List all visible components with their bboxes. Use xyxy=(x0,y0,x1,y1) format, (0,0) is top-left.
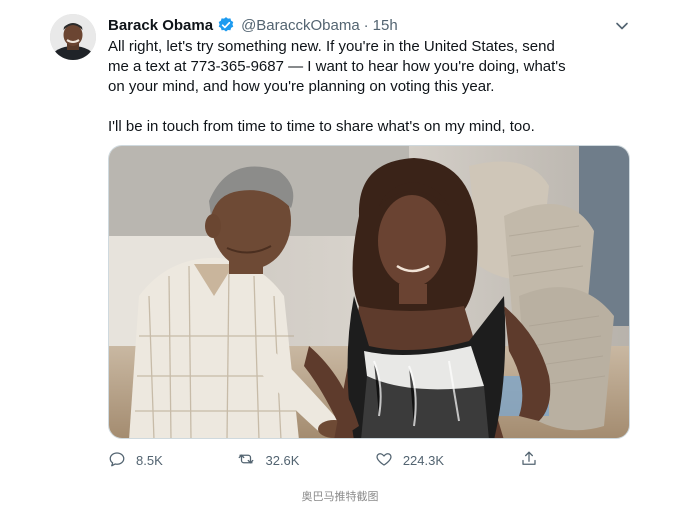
retweet-icon xyxy=(237,450,265,471)
tweet-timestamp[interactable]: 15h xyxy=(373,17,398,34)
photo-image xyxy=(109,146,629,438)
avatar-photo xyxy=(50,14,96,60)
tweet-card[interactable]: Barack Obama @BaracckObama · 15h All rig… xyxy=(0,0,680,514)
author-name[interactable]: Barack Obama xyxy=(108,17,213,34)
tweet-photo[interactable] xyxy=(108,145,630,439)
like-button[interactable]: 224.3K xyxy=(375,450,520,471)
like-count: 224.3K xyxy=(402,452,445,468)
chevron-down-icon[interactable] xyxy=(614,18,630,34)
heart-icon xyxy=(375,450,403,471)
share-button[interactable] xyxy=(520,450,548,471)
retweet-count: 32.6K xyxy=(265,452,300,468)
tweet-actions: 8.5K 32.6K 224.3K xyxy=(108,448,548,472)
retweet-button[interactable]: 32.6K xyxy=(237,450,374,471)
tweet-text: All right, let's try something new. If y… xyxy=(108,37,648,137)
avatar[interactable] xyxy=(50,14,96,60)
share-icon xyxy=(520,450,548,471)
reply-button[interactable]: 8.5K xyxy=(108,450,237,471)
image-caption: 奥巴马推特截图 xyxy=(301,490,379,503)
reply-icon xyxy=(108,450,136,471)
verified-badge-icon xyxy=(217,16,235,34)
author-handle[interactable]: @BaracckObama xyxy=(241,17,360,34)
reply-count: 8.5K xyxy=(136,452,163,468)
separator-dot: · xyxy=(363,16,369,34)
tweet-text-paragraph-1: All right, let's try something new. If y… xyxy=(108,38,566,95)
tweet-header: Barack Obama @BaracckObama · 15h xyxy=(108,14,640,36)
tweet-text-paragraph-2: I'll be in touch from time to time to sh… xyxy=(108,118,535,135)
